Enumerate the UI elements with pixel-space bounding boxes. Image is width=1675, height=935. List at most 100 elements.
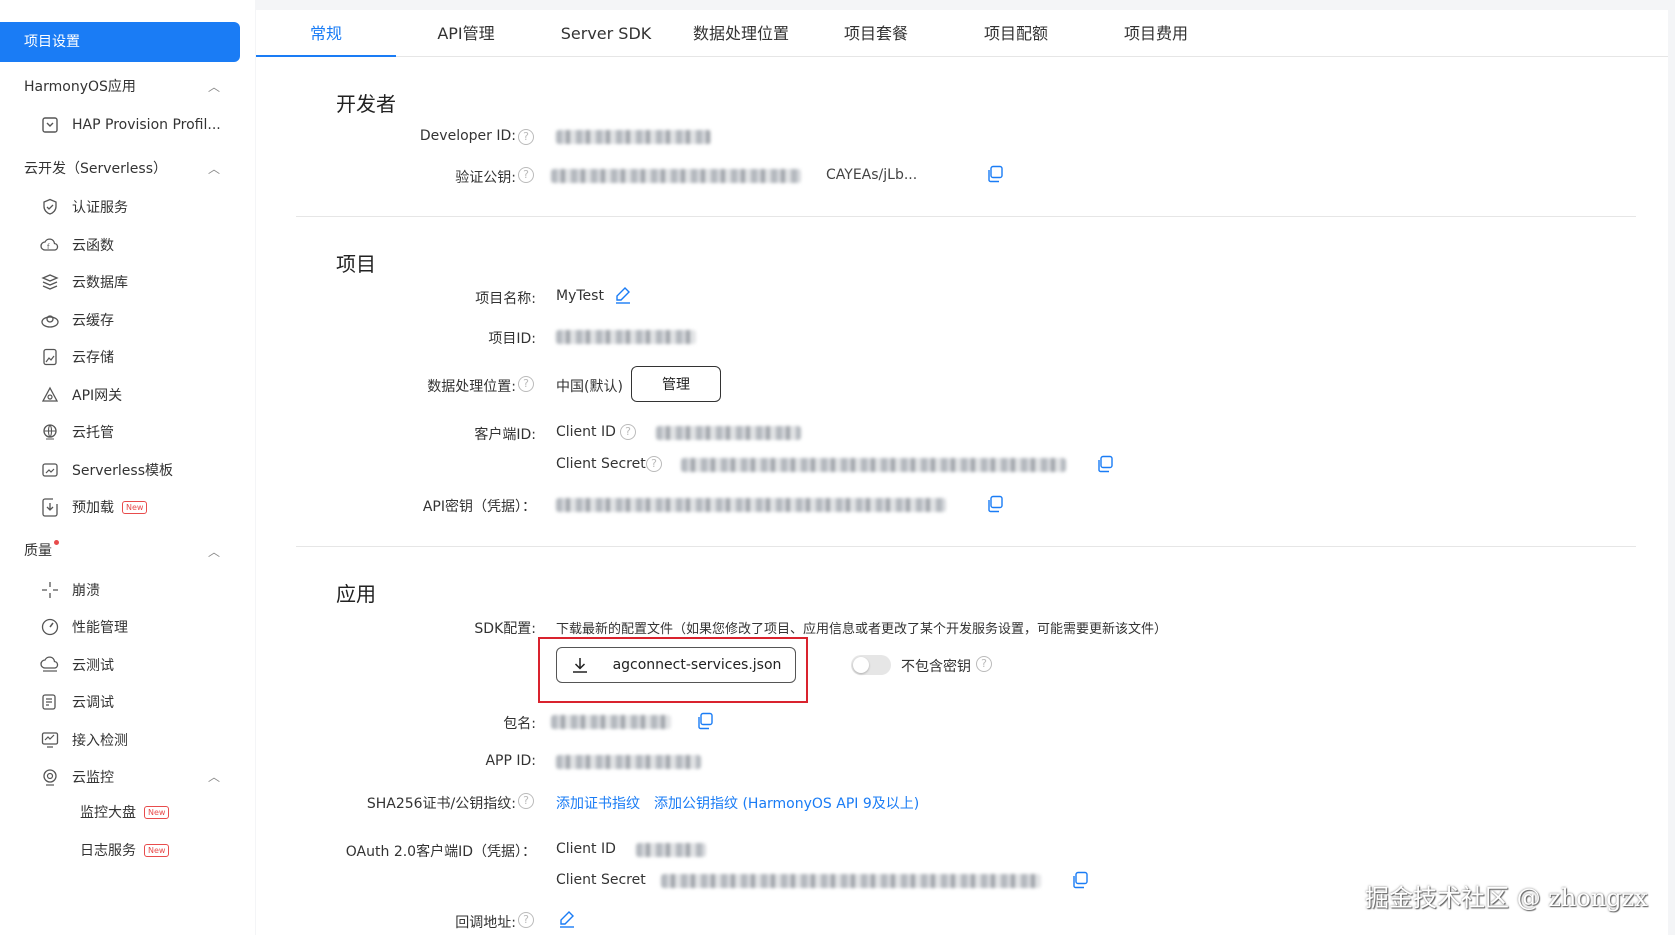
preload-icon (40, 497, 60, 517)
tab-server-sdk[interactable]: Server SDK (536, 10, 676, 57)
sidebar-item-database[interactable]: 云数据库 (40, 270, 128, 294)
copy-icon[interactable] (986, 165, 1004, 183)
new-badge: New (144, 843, 170, 857)
copy-icon[interactable] (696, 712, 714, 730)
sidebar-item-perf[interactable]: 性能管理 (40, 615, 128, 639)
help-icon[interactable]: ? (620, 424, 636, 440)
sidebar-item-hosting[interactable]: 云托管 (40, 420, 114, 444)
storage-icon (40, 347, 60, 367)
sidebar-item-preload[interactable]: 预加载 New (40, 495, 148, 519)
globe-icon (40, 422, 60, 442)
chevron-up-icon[interactable]: ︿ (208, 768, 220, 785)
new-badge: New (122, 500, 148, 514)
edit-icon[interactable] (558, 910, 576, 928)
sidebar-item-dashboard[interactable]: 监控大盘 New (80, 802, 170, 822)
divider (296, 546, 1636, 547)
help-icon[interactable]: ? (518, 793, 534, 809)
pubkey-tail: CAYEAs/jLb... (826, 167, 918, 183)
sidebar-item-monitor[interactable]: 云监控 (40, 765, 114, 789)
debug-icon (40, 692, 60, 712)
tab-api-management[interactable]: API管理 (396, 10, 536, 57)
section-title-developer: 开发者 (336, 92, 396, 116)
divider (296, 216, 1636, 217)
add-pubkey-fingerprint-link[interactable]: 添加公钥指纹 (HarmonyOS API 9及以上) (654, 793, 919, 813)
sidebar-item-project-settings[interactable]: 项目设置 (0, 22, 240, 62)
tab-data-location[interactable]: 数据处理位置 (666, 10, 816, 57)
oauth-client-secret-value (661, 874, 1041, 888)
api-key-label: API密钥（凭据）： (422, 499, 536, 515)
watermark: 掘金技术社区 @ zhongzx (1365, 884, 1648, 912)
tab-project-quota[interactable]: 项目配额 (946, 10, 1086, 57)
help-icon[interactable]: ? (646, 456, 662, 472)
exclude-key-toggle[interactable] (851, 655, 891, 675)
copy-icon[interactable] (986, 495, 1004, 513)
help-icon[interactable]: ? (518, 912, 534, 928)
data-location-value: 中国(默认) (556, 379, 623, 395)
tab-project-plan[interactable]: 项目套餐 (806, 10, 946, 57)
client-secret-label: Client Secret (556, 456, 646, 472)
project-name-value: MyTest (556, 288, 604, 304)
sidebar-item-debug[interactable]: 云调试 (40, 690, 114, 714)
chevron-up-icon[interactable]: ︿ (208, 78, 220, 95)
sidebar-item-access[interactable]: 接入检测 (40, 728, 128, 752)
data-location-label: 数据处理位置: (427, 379, 516, 395)
cloud-function-icon: f (40, 235, 60, 255)
project-id-label: 项目ID: (488, 331, 536, 347)
crash-icon (40, 580, 60, 600)
app-id-value (556, 755, 701, 769)
api-key-value (556, 498, 946, 512)
help-icon[interactable]: ? (518, 129, 534, 145)
section-title-project: 项目 (336, 252, 376, 276)
oauth-client-id-label: Client ID (556, 841, 616, 857)
sidebar-item-template[interactable]: Serverless模板 (40, 458, 173, 482)
sidebar-item-hap[interactable]: HAP Provision Profil... (40, 113, 221, 137)
package-name-value (551, 715, 671, 729)
sidebar-item-logs[interactable]: 日志服务 New (80, 840, 170, 860)
sidebar: 项目设置 HarmonyOS应用 ︿ HAP Provision Profil.… (0, 0, 255, 935)
download-icon (572, 658, 587, 673)
sidebar-group-serverless[interactable]: 云开发（Serverless） (24, 158, 167, 178)
tab-general[interactable]: 常规 (256, 10, 396, 57)
cache-icon (40, 310, 60, 330)
sidebar-item-cache[interactable]: 云缓存 (40, 308, 114, 332)
oauth-client-id-value (636, 843, 706, 857)
sidebar-item-auth[interactable]: 认证服务 (40, 195, 128, 219)
manage-button[interactable]: 管理 (631, 366, 721, 402)
chevron-up-icon[interactable]: ︿ (208, 543, 220, 560)
gauge-icon (40, 617, 60, 637)
sidebar-group-harmonyos[interactable]: HarmonyOS应用 (24, 76, 136, 96)
callback-url-label: 回调地址: (455, 915, 516, 931)
api-gateway-icon (40, 385, 60, 405)
sdk-config-label: SDK配置: (474, 621, 536, 637)
sha256-label: SHA256证书/公钥指纹: (366, 796, 516, 812)
developer-id-value (556, 130, 711, 144)
sidebar-item-crash[interactable]: 崩溃 (40, 578, 100, 602)
copy-icon[interactable] (1096, 455, 1114, 473)
sidebar-item-storage[interactable]: 云存储 (40, 345, 114, 369)
add-cert-fingerprint-link[interactable]: 添加证书指纹 (556, 793, 640, 813)
notification-dot (54, 540, 59, 545)
help-icon[interactable]: ? (518, 167, 534, 183)
tab-bar: 常规 API管理 Server SDK 数据处理位置 项目套餐 项目配额 项目费… (256, 10, 1668, 57)
edit-icon[interactable] (614, 286, 632, 304)
section-title-app: 应用 (336, 582, 376, 606)
help-icon[interactable]: ? (518, 376, 534, 392)
project-name-label: 项目名称: (475, 291, 536, 307)
download-config-button[interactable]: agconnect-services.json (556, 647, 796, 683)
camera-icon (40, 767, 60, 787)
sidebar-group-quality[interactable]: 质量 (24, 540, 59, 560)
sidebar-item-functions[interactable]: f 云函数 (40, 233, 114, 257)
pubkey-label: 验证公钥: (455, 170, 516, 186)
chevron-up-icon[interactable]: ︿ (208, 160, 220, 177)
shield-icon (40, 197, 60, 217)
copy-icon[interactable] (1071, 871, 1089, 889)
help-icon[interactable]: ? (976, 656, 992, 672)
sidebar-item-test[interactable]: 云测试 (40, 653, 114, 677)
app-id-label: APP ID: (485, 753, 536, 769)
sidebar-item-apigw[interactable]: API网关 (40, 383, 122, 407)
tab-project-fees[interactable]: 项目费用 (1086, 10, 1226, 57)
oauth-client-label: OAuth 2.0客户端ID（凭据）： (345, 844, 536, 860)
developer-id-label: Developer ID: (419, 128, 516, 144)
client-id-label: 客户端ID: (474, 427, 536, 443)
client-secret-value (681, 458, 1066, 472)
